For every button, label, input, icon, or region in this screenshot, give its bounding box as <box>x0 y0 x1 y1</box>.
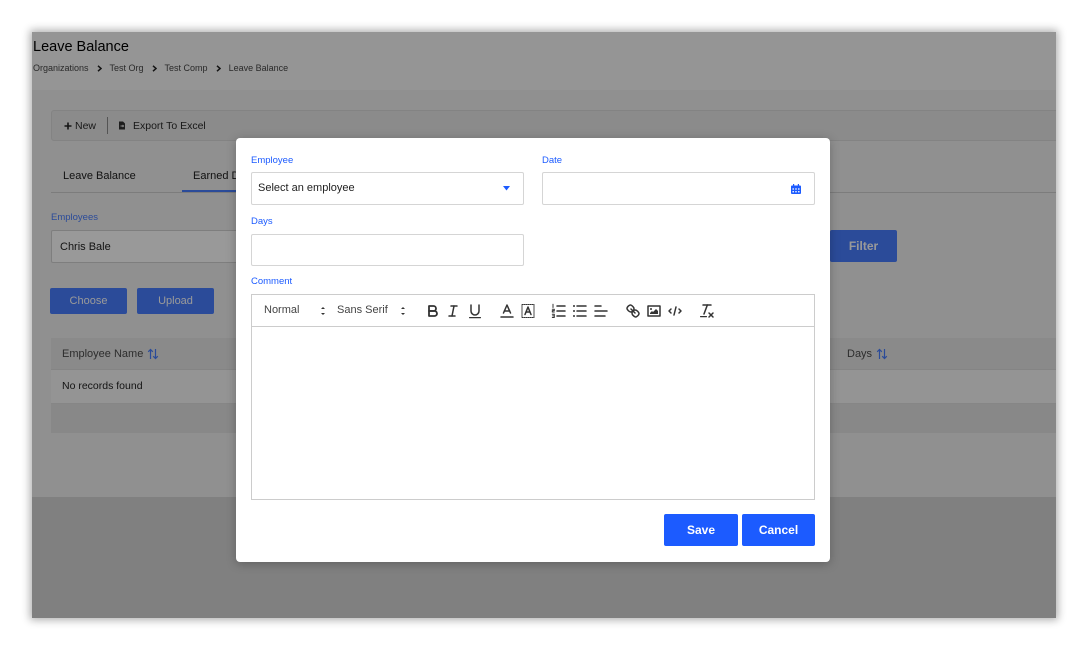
clear-format-icon[interactable] <box>698 302 716 320</box>
caret-down-icon <box>503 186 510 191</box>
font-picker[interactable]: Sans Serif <box>337 295 388 326</box>
date-picker[interactable] <box>542 172 815 205</box>
date-label: Date <box>542 155 563 166</box>
code-block-icon[interactable] <box>666 302 684 320</box>
leave-entry-dialog: Employee Select an employee Date Days Co… <box>236 138 830 562</box>
employee-dropdown-placeholder: Select an employee <box>258 182 355 194</box>
ordered-list-icon[interactable] <box>550 302 568 320</box>
text-color-icon[interactable] <box>498 302 516 320</box>
comment-label: Comment <box>251 276 293 287</box>
days-input[interactable] <box>251 234 524 266</box>
employee-dropdown[interactable]: Select an employee <box>251 172 524 205</box>
image-icon[interactable] <box>645 302 663 320</box>
header-picker[interactable]: Normal <box>264 295 299 326</box>
editor-toolbar: Normal Sans Serif <box>251 294 815 327</box>
link-icon[interactable] <box>624 302 642 320</box>
employee-label: Employee <box>251 155 294 166</box>
background-color-icon[interactable] <box>519 302 537 320</box>
comment-editor-content[interactable] <box>251 327 815 500</box>
picker-arrows-icon[interactable] <box>314 302 332 320</box>
days-label: Days <box>251 216 273 227</box>
align-icon[interactable] <box>592 302 610 320</box>
date-input[interactable] <box>543 173 783 204</box>
cancel-button[interactable]: Cancel <box>742 514 815 546</box>
bold-icon[interactable] <box>424 302 442 320</box>
picker-arrows-icon[interactable] <box>394 302 412 320</box>
save-button[interactable]: Save <box>664 514 738 546</box>
bullet-list-icon[interactable] <box>571 302 589 320</box>
underline-icon[interactable] <box>466 302 484 320</box>
calendar-icon[interactable] <box>791 184 801 194</box>
app-window: Leave Balance Organizations Test Org Tes… <box>32 32 1056 618</box>
italic-icon[interactable] <box>444 302 462 320</box>
